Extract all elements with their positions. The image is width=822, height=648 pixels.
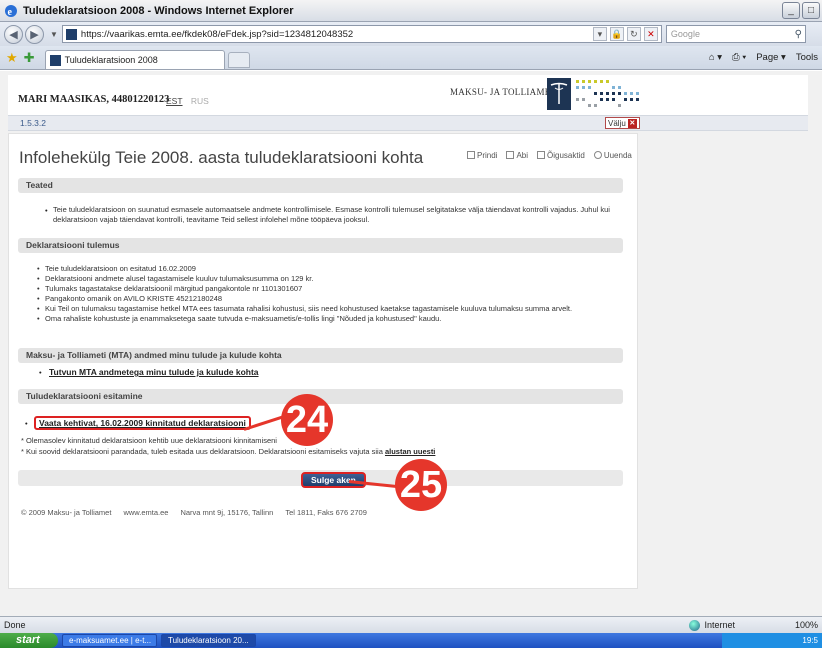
print-link[interactable]: Prindi [467,151,497,160]
help-icon [506,151,515,159]
favorites-star-icon[interactable]: ★ [6,50,18,66]
breadcrumb-bar: 1.5.3.2 Välju ✕ [8,115,808,131]
taskbar: start e-maksuamet.ee | e-t... Tuludeklar… [0,633,822,648]
ie-logo-icon: e [5,4,17,18]
tab-tuludeklaratsioon[interactable]: Tuludeklaratsioon 2008 [44,50,225,69]
view-declaration-link[interactable]: Vaata kehtivat, 16.02.2009 kinnitatud de… [34,416,251,430]
add-favorites-icon[interactable]: ✚ [24,50,35,66]
site-footer: © 2009 Maksu- ja Tolliamet www.emta.ee N… [21,508,367,517]
exit-button[interactable]: Välju ✕ [605,117,640,129]
list-item: Deklaratsiooni andmete alusel tagastamis… [37,274,572,284]
mta-data-link[interactable]: Tutvun MTA andmetega minu tulude ja kulu… [49,367,259,377]
new-tab-button[interactable] [227,51,250,68]
print-icon[interactable]: ⎙ ▾ [732,52,746,63]
url-dropdown-icon[interactable]: ▾ [592,27,607,41]
breadcrumb: 1.5.3.2 [20,118,46,128]
page-menu[interactable]: Page ▾ [756,52,786,63]
printer-icon [467,151,475,159]
close-icon: ✕ [627,118,637,128]
decorative-dots-icon [576,80,639,107]
site-header: MARI MAASIKAS, 44801220123 EST RUS MAKSU… [8,75,808,115]
page-viewport: MARI MAASIKAS, 44801220123 EST RUS MAKSU… [0,71,822,616]
lang-est-link[interactable]: EST [166,96,183,106]
list-item: Oma rahaliste kohustuste ja enammakseteg… [37,314,572,324]
help-link[interactable]: Abi [506,151,528,160]
section-mta-heading: Maksu- ja Tolliameti (MTA) andmed minu t… [18,348,623,363]
note-existing: * Olemasolev kinnitatud deklaratsioon ke… [21,436,277,445]
footer-copyright: © 2009 Maksu- ja Tolliamet [21,508,112,517]
system-tray-clock: 19:5 [722,633,822,648]
search-icon[interactable]: ⚲ [795,29,802,40]
site-favicon-icon [65,28,77,40]
lock-icon[interactable]: 🔒 [609,27,624,41]
home-icon[interactable]: ⌂ ▾ [709,52,722,63]
taskbar-item[interactable]: e-maksuamet.ee | e-t... [62,634,157,647]
status-text: Done [4,620,26,630]
callout-24: 24 [281,394,333,446]
status-bar: Done Internet 100% [0,616,822,633]
search-input[interactable]: Google ⚲ [665,25,806,43]
page-tools: Prindi Abi Õigusaktid Uuenda [467,151,632,160]
back-icon[interactable]: ◀ [4,24,23,44]
bullet-dot: • [25,419,28,428]
window-titlebar: e Tuludeklaratsioon 2008 - Windows Inter… [0,0,822,22]
note-correction-text: * Kui soovid deklaratsiooni parandada, t… [21,447,383,456]
main-content: Infolehekülg Teie 2008. aasta tuludeklar… [8,133,638,589]
zone-label: Internet [704,620,735,630]
bullet-dot: • [45,206,48,215]
tab-toolbar: ★ ✚ Tuludeklaratsioon 2008 ⌂ ▾ ⎙ ▾ Page … [0,46,822,70]
page-title: Infolehekülg Teie 2008. aasta tuludeklar… [19,148,424,167]
address-field[interactable]: https://vaarikas.emta.ee/fkdek08/eFdek.j… [61,25,662,43]
list-item: Kui Teil on tulumaksu tagastamise hetkel… [37,304,572,314]
exit-label: Välju [608,118,626,128]
footer-phone: Tel 1811, Faks 676 2709 [285,508,367,517]
tab-label: Tuludeklaratsioon 2008 [64,55,158,65]
globe-icon [689,619,701,631]
right-panel [640,133,808,589]
agency-name: MAKSU- JA TOLLIAMET [450,87,557,97]
action-bar: Sulge aken [18,470,623,488]
zoom-level[interactable]: 100% [795,620,818,630]
minimize-button[interactable]: _ [782,2,800,19]
section-tulemus-heading: Deklaratsiooni tulemus [18,238,623,253]
url-text[interactable]: https://vaarikas.emta.ee/fkdek08/eFdek.j… [81,29,593,40]
start-again-link[interactable]: alustan uuesti [385,447,435,456]
legal-acts-link[interactable]: Õigusaktid [537,151,585,160]
callout-25: 25 [395,459,447,511]
lang-rus-link[interactable]: RUS [191,96,209,106]
svg-text:e: e [8,7,13,18]
section-teated-heading: Teated [18,178,623,193]
list-item: Teie tuludeklaratsioon on esitatud 16.02… [37,264,572,274]
stop-icon[interactable]: ✕ [643,27,658,41]
agency-logo-icon [547,78,571,110]
window-title: Tuludeklaratsioon 2008 - Windows Interne… [23,4,294,17]
note-correction: * Kui soovid deklaratsiooni parandada, t… [21,447,435,456]
list-item: Tulumaks tagastatakse deklaratsioonil mä… [37,284,572,294]
tools-menu[interactable]: Tools [796,52,818,63]
footer-site: www.emta.ee [123,508,169,517]
start-button[interactable]: start [0,633,58,648]
forward-icon[interactable]: ▶ [25,24,44,44]
refresh-link[interactable]: Uuenda [593,151,632,160]
footer-address: Narva mnt 9j, 15176, Tallinn [180,508,274,517]
user-name: MARI MAASIKAS, 44801220123 [18,94,170,105]
taskbar-item-active[interactable]: Tuludeklaratsioon 20... [161,634,256,647]
tulemus-list: Teie tuludeklaratsioon on esitatud 16.02… [37,264,572,324]
history-dropdown-icon[interactable]: ▼ [50,30,58,39]
address-toolbar: ◀ ▶ ▼ https://vaarikas.emta.ee/fkdek08/e… [0,22,822,46]
refresh-icon[interactable]: ↻ [626,27,641,41]
list-item: Pangakonto omanik on AVILO KRISTE 452121… [37,294,572,304]
teated-text: Teie tuludeklaratsioon on suunatud esmas… [53,205,610,224]
bullet-dot: • [39,368,42,377]
search-placeholder: Google [670,29,700,39]
language-switch: EST RUS [166,96,209,106]
security-zone: Internet [689,619,735,631]
document-icon [537,151,546,159]
maximize-button[interactable]: □ [802,2,820,19]
tab-favicon-icon [49,54,61,66]
refresh-page-icon [593,151,602,159]
